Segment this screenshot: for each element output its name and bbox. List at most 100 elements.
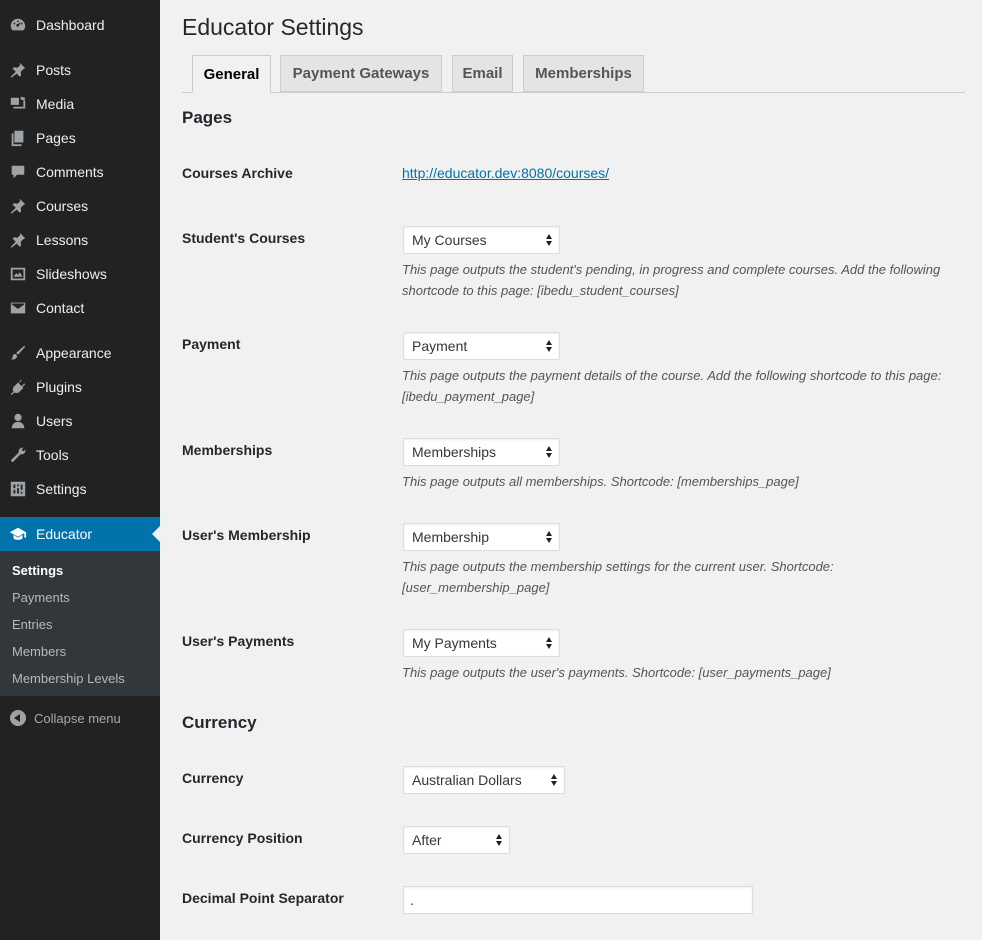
select-arrows-icon [496, 834, 503, 846]
select-arrows-icon [546, 234, 553, 246]
select-value: Memberships [412, 444, 497, 460]
submenu-item-settings[interactable]: Settings [12, 563, 63, 578]
courses-archive-link[interactable]: http://educator.dev:8080/courses/ [402, 165, 609, 181]
tab-payment-gateways[interactable]: Payment Gateways [280, 55, 442, 92]
menu-item-media[interactable]: Media [0, 87, 160, 121]
dashboard-icon [8, 15, 28, 35]
tab-general[interactable]: General [192, 55, 271, 93]
select-arrows-icon [546, 637, 553, 649]
label-currency-position: Currency Position [182, 830, 303, 846]
label-decimal-point-separator: Decimal Point Separator [182, 890, 344, 906]
menu-item-contact[interactable]: Contact [0, 291, 160, 325]
select-value: My Courses [412, 232, 487, 248]
memberships-description: This page outputs all memberships. Short… [402, 474, 799, 489]
menu-item-pages[interactable]: Pages [0, 121, 160, 155]
select-value: Australian Dollars [412, 772, 522, 788]
students-courses-select[interactable]: My Courses [403, 226, 560, 254]
pin-icon [8, 196, 28, 216]
menu-item-plugins[interactable]: Plugins [0, 370, 160, 404]
menu-item-dashboard[interactable]: Dashboard [0, 8, 160, 42]
collapse-menu-button[interactable]: Collapse menu [0, 706, 121, 730]
menu-label: Dashboard [36, 17, 105, 33]
menu-item-slideshows[interactable]: Slideshows [0, 257, 160, 291]
menu-label: Courses [36, 198, 89, 214]
menu-item-users[interactable]: Users [0, 404, 160, 438]
users-membership-description: This page outputs the membership setting… [402, 559, 834, 595]
menu-item-educator[interactable]: Educator [0, 517, 160, 551]
menu-label: Slideshows [36, 266, 107, 282]
pin-icon [8, 60, 28, 80]
page-title: Educator Settings [182, 14, 364, 40]
menu-item-tools[interactable]: Tools [0, 438, 160, 472]
menu-label: Lessons [36, 232, 89, 248]
active-indicator [152, 526, 160, 542]
pages-icon [8, 128, 28, 148]
menu-item-lessons[interactable]: Lessons [0, 223, 160, 257]
section-title-currency: Currency [182, 713, 257, 732]
label-memberships: Memberships [182, 442, 273, 458]
media-icon [8, 94, 28, 114]
label-students-courses: Student's Courses [182, 230, 306, 246]
select-value: Payment [412, 338, 468, 354]
plugin-icon [8, 377, 28, 397]
currency-position-select[interactable]: After [403, 826, 510, 854]
comment-icon [8, 162, 28, 182]
tab-email[interactable]: Email [452, 55, 513, 92]
submenu-item-entries[interactable]: Entries [12, 617, 52, 632]
menu-item-courses[interactable]: Courses [0, 189, 160, 223]
select-arrows-icon [546, 340, 553, 352]
graduation-cap-icon [8, 524, 28, 544]
select-value: My Payments [412, 635, 497, 651]
pin-icon [8, 230, 28, 250]
select-value: Membership [412, 529, 490, 545]
menu-label: Pages [36, 130, 76, 146]
tabs-divider [182, 92, 965, 93]
decimal-separator-input[interactable] [403, 886, 753, 914]
select-arrows-icon [546, 531, 553, 543]
menu-item-posts[interactable]: Posts [0, 53, 160, 87]
menu-label: Appearance [36, 345, 112, 361]
label-payment: Payment [182, 336, 241, 352]
menu-label: Posts [36, 62, 72, 78]
menu-label: Educator [36, 526, 93, 542]
wrench-icon [8, 445, 28, 465]
label-currency: Currency [182, 770, 244, 786]
label-courses-archive: Courses Archive [182, 165, 293, 181]
label-users-membership: User's Membership [182, 527, 311, 543]
users-membership-select[interactable]: Membership [403, 523, 560, 551]
menu-label: Contact [36, 300, 85, 316]
collapse-label: Collapse menu [34, 710, 121, 726]
menu-item-appearance[interactable]: Appearance [0, 336, 160, 370]
payment-description: This page outputs the payment details of… [402, 368, 942, 404]
menu-label: Media [36, 96, 75, 112]
tab-memberships[interactable]: Memberships [523, 55, 644, 92]
select-value: After [412, 832, 442, 848]
user-icon [8, 411, 28, 431]
educator-submenu: Settings Payments Entries Members Member… [0, 551, 160, 696]
menu-item-settings[interactable]: Settings [0, 472, 160, 506]
label-users-payments: User's Payments [182, 633, 295, 649]
admin-sidebar: Dashboard Posts Media Pages Comments Cou… [0, 0, 160, 940]
mail-icon [8, 298, 28, 318]
menu-label: Tools [36, 447, 69, 463]
menu-label: Users [36, 413, 73, 429]
submenu-item-membership-levels[interactable]: Membership Levels [12, 671, 125, 686]
submenu-item-payments[interactable]: Payments [12, 590, 70, 605]
menu-label: Settings [36, 481, 87, 497]
slideshow-icon [8, 264, 28, 284]
users-payments-description: This page outputs the user's payments. S… [402, 665, 831, 680]
memberships-select[interactable]: Memberships [403, 438, 560, 466]
students-courses-description: This page outputs the student's pending,… [402, 262, 941, 298]
submenu-item-members[interactable]: Members [12, 644, 66, 659]
menu-label: Plugins [36, 379, 82, 395]
brush-icon [8, 343, 28, 363]
currency-select[interactable]: Australian Dollars [403, 766, 565, 794]
select-arrows-icon [551, 774, 558, 786]
menu-label: Comments [36, 164, 104, 180]
payment-select[interactable]: Payment [403, 332, 560, 360]
collapse-icon [10, 710, 26, 726]
users-payments-select[interactable]: My Payments [403, 629, 560, 657]
sliders-icon [8, 479, 28, 499]
menu-item-comments[interactable]: Comments [0, 155, 160, 189]
section-title-pages: Pages [182, 108, 233, 127]
